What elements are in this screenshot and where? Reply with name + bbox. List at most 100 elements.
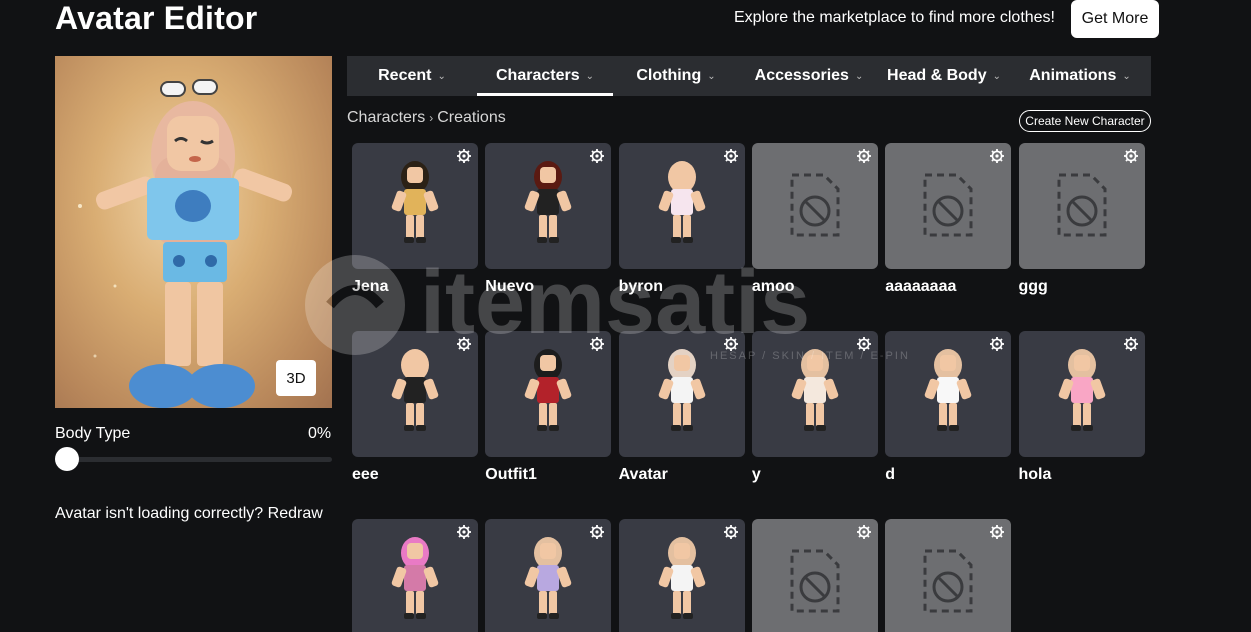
character-thumbnail[interactable]: [352, 143, 478, 269]
character-card[interactable]: Nuevo: [485, 143, 612, 297]
gear-icon[interactable]: [990, 525, 1005, 539]
gear-icon[interactable]: [1123, 149, 1138, 163]
character-card[interactable]: byron: [618, 143, 745, 297]
gear-icon[interactable]: [856, 525, 871, 539]
gear-icon[interactable]: [990, 149, 1005, 163]
get-more-button[interactable]: Get More: [1071, 0, 1159, 38]
character-thumbnail[interactable]: [618, 519, 745, 632]
character-thumbnail[interactable]: [1018, 143, 1145, 269]
character-thumbnail[interactable]: [885, 331, 1012, 457]
body-type-slider-thumb[interactable]: [55, 447, 79, 471]
character-thumbnail[interactable]: [751, 143, 878, 269]
breadcrumb: Characters › Creations: [347, 109, 506, 127]
breadcrumb-parent[interactable]: Characters: [347, 109, 425, 127]
character-card[interactable]: hola: [1018, 331, 1145, 485]
character-thumbnail[interactable]: [352, 331, 478, 457]
character-name: eee: [352, 466, 379, 483]
character-card[interactable]: d: [885, 331, 1012, 485]
gear-icon[interactable]: [590, 525, 605, 539]
gear-icon[interactable]: [457, 337, 471, 351]
character-name: Avatar: [618, 466, 668, 483]
character-name: hola: [1018, 466, 1052, 483]
character-card[interactable]: Avatar: [618, 331, 745, 485]
character-card[interactable]: aaaaaaaa: [885, 143, 1012, 297]
image-unavailable-icon: [790, 173, 840, 237]
character-name: y: [751, 466, 761, 483]
character-card[interactable]: [618, 519, 745, 632]
chevron-down-icon: ⌄: [854, 70, 864, 82]
character-card[interactable]: [485, 519, 612, 632]
character-name: amoo: [751, 278, 795, 295]
character-card[interactable]: ggg: [1018, 143, 1145, 297]
chevron-right-icon: ›: [429, 111, 434, 125]
character-thumbnail[interactable]: [885, 143, 1012, 269]
character-card[interactable]: y: [751, 331, 878, 485]
character-thumbnail[interactable]: [485, 143, 612, 269]
character-thumbnail[interactable]: [1018, 331, 1145, 457]
redraw-link[interactable]: Avatar isn't loading correctly? Redraw: [55, 505, 323, 523]
character-card[interactable]: [751, 519, 878, 632]
chevron-down-icon: ⌄: [707, 70, 716, 82]
character-thumbnail[interactable]: [485, 519, 612, 632]
gear-icon[interactable]: [856, 337, 871, 351]
character-name: Jena: [352, 278, 389, 295]
character-card[interactable]: Outfit1: [485, 331, 612, 485]
character-thumbnail[interactable]: [618, 143, 745, 269]
tab-clothing[interactable]: Clothing ⌄: [613, 56, 739, 96]
character-name: Outfit1: [485, 466, 537, 483]
gear-icon[interactable]: [457, 149, 471, 163]
character-card[interactable]: Jena: [352, 143, 478, 297]
image-unavailable-icon: [790, 549, 840, 613]
marketplace-hint: Explore the marketplace to find more clo…: [733, 9, 1055, 26]
body-type-value: 0%: [308, 425, 332, 442]
character-thumbnail[interactable]: [618, 331, 745, 457]
category-tabs: Recent ⌄ Characters ⌄ Clothing ⌄ Accessorie…: [347, 56, 1151, 96]
character-thumbnail[interactable]: [485, 331, 612, 457]
tab-characters[interactable]: Characters ⌄: [477, 56, 613, 96]
character-name: byron: [618, 278, 664, 295]
character-thumbnail[interactable]: [751, 331, 878, 457]
image-unavailable-icon: [923, 549, 973, 613]
character-card[interactable]: [352, 519, 478, 632]
tab-animations[interactable]: Animations ⌄: [1009, 56, 1151, 96]
body-type-slider-track[interactable]: [55, 457, 332, 462]
gear-icon[interactable]: [457, 525, 471, 539]
chevron-down-icon: ⌄: [1122, 70, 1131, 82]
gear-icon[interactable]: [590, 337, 605, 351]
character-name: ggg: [1018, 278, 1048, 295]
tab-head-body[interactable]: Head & Body ⌄: [879, 56, 1009, 96]
chevron-down-icon: ⌄: [992, 70, 1001, 82]
gear-icon[interactable]: [1123, 337, 1138, 351]
gear-icon[interactable]: [990, 337, 1005, 351]
image-unavailable-icon: [923, 173, 973, 237]
tab-label: Clothing: [636, 67, 702, 84]
tab-recent[interactable]: Recent ⌄: [347, 56, 477, 96]
gear-icon[interactable]: [723, 149, 738, 163]
avatar-preview: 3D: [55, 56, 332, 408]
character-thumbnail[interactable]: [751, 519, 878, 632]
chevron-down-icon: ⌄: [585, 70, 594, 82]
character-card[interactable]: amoo: [751, 143, 878, 297]
gear-icon[interactable]: [723, 337, 738, 351]
gear-icon[interactable]: [856, 149, 871, 163]
create-new-character-button[interactable]: Create New Character: [1019, 110, 1151, 132]
gear-icon[interactable]: [590, 149, 605, 163]
tab-accessories[interactable]: Accessories ⌄: [739, 56, 879, 96]
tab-label: Accessories: [754, 67, 849, 84]
character-card[interactable]: [885, 519, 1012, 632]
character-thumbnail[interactable]: [885, 519, 1012, 632]
breadcrumb-current: Creations: [437, 109, 506, 126]
avatar-figure: [78, 79, 293, 408]
body-type-label: Body Type: [55, 425, 131, 442]
character-name: Nuevo: [485, 278, 535, 295]
tab-label: Characters: [496, 67, 580, 84]
character-thumbnail[interactable]: [352, 519, 478, 632]
image-unavailable-icon: [1057, 173, 1106, 237]
tab-label: Head & Body: [887, 67, 987, 84]
character-card[interactable]: eee: [352, 331, 478, 485]
chevron-down-icon: ⌄: [437, 70, 446, 82]
tab-label: Animations: [1029, 67, 1117, 84]
character-name: d: [885, 466, 895, 483]
gear-icon[interactable]: [723, 525, 738, 539]
view-3d-toggle[interactable]: 3D: [276, 360, 316, 396]
